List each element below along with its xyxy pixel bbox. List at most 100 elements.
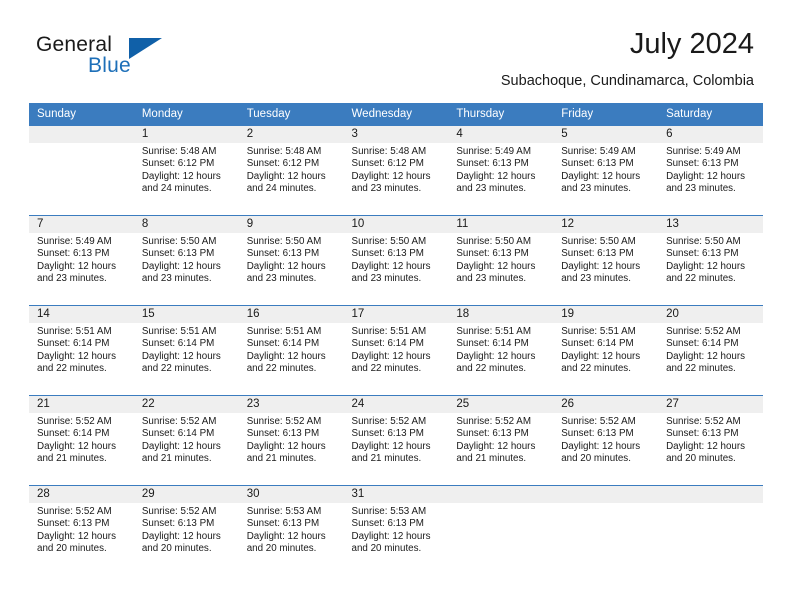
calendar-day-cell[interactable]: 5 Sunrise: 5:49 AM Sunset: 6:13 PM Daylight… bbox=[553, 126, 659, 215]
daylight-duration-line1: Daylight: 12 hours bbox=[666, 440, 746, 452]
day-number: 14 bbox=[29, 306, 134, 323]
sunrise-time: Sunrise: 5:48 AM bbox=[351, 146, 427, 157]
day-details: Sunrise: 5:51 AM Sunset: 6:14 PM Daylight:… bbox=[134, 323, 239, 375]
daylight-duration-line1: Daylight: 12 hours bbox=[561, 260, 641, 272]
sunrise-time: Sunrise: 5:52 AM bbox=[666, 416, 741, 427]
daylight-duration-line2: and 22 minutes. bbox=[561, 362, 631, 374]
daylight-duration-line1: Daylight: 12 hours bbox=[37, 440, 116, 452]
calendar-day-cell[interactable]: 14 Sunrise: 5:51 AM Sunset: 6:14 PM Dayligh… bbox=[29, 306, 134, 395]
calendar-day-cell[interactable]: 4 Sunrise: 5:49 AM Sunset: 6:13 PM Daylight… bbox=[448, 126, 554, 215]
calendar-day-cell[interactable]: 12 Sunrise: 5:50 AM Sunset: 6:13 PM Dayligh… bbox=[553, 216, 659, 305]
day-details: Sunrise: 5:52 AM Sunset: 6:14 PM Daylight:… bbox=[658, 323, 763, 375]
calendar-day-cell[interactable]: 13 Sunrise: 5:50 AM Sunset: 6:13 PM Dayligh… bbox=[658, 216, 763, 305]
calendar-day-cell[interactable]: 19 Sunrise: 5:51 AM Sunset: 6:14 PM Dayligh… bbox=[553, 306, 659, 395]
calendar-day-cell[interactable]: 20 Sunrise: 5:52 AM Sunset: 6:14 PM Dayligh… bbox=[658, 306, 763, 395]
day-number: 17 bbox=[343, 306, 449, 323]
daylight-duration-line1: Daylight: 12 hours bbox=[561, 170, 641, 182]
daylight-duration-line1: Daylight: 12 hours bbox=[141, 350, 221, 362]
day-details: Sunrise: 5:51 AM Sunset: 6:14 PM Daylight:… bbox=[553, 323, 658, 375]
calendar-day-cell[interactable]: 31 Sunrise: 5:53 AM Sunset: 6:13 PM Dayligh… bbox=[343, 486, 449, 575]
calendar-day-cell[interactable]: 23 Sunrise: 5:52 AM Sunset: 6:13 PM Dayligh… bbox=[238, 396, 344, 485]
calendar-day-cell[interactable]: 11 Sunrise: 5:50 AM Sunset: 6:13 PM Dayligh… bbox=[448, 216, 554, 305]
calendar-day-cell[interactable]: 8 Sunrise: 5:50 AM Sunset: 6:13 PM Daylight… bbox=[133, 216, 239, 305]
sunset-time: Sunset: 6:14 PM bbox=[456, 338, 529, 350]
sunset-time: Sunset: 6:13 PM bbox=[351, 248, 424, 260]
day-details: Sunrise: 5:52 AM Sunset: 6:13 PM Daylight:… bbox=[29, 503, 134, 555]
day-number: 23 bbox=[238, 396, 344, 413]
calendar-day-cell[interactable]: 21 Sunrise: 5:52 AM Sunset: 6:14 PM Dayligh… bbox=[29, 396, 134, 485]
calendar-day-cell[interactable]: 6 Sunrise: 5:49 AM Sunset: 6:13 PM Daylight… bbox=[658, 126, 763, 215]
calendar-day-cell[interactable]: 10 Sunrise: 5:50 AM Sunset: 6:13 PM Dayligh… bbox=[343, 216, 449, 305]
calendar-day-cell[interactable]: 18 Sunrise: 5:51 AM Sunset: 6:14 PM Dayligh… bbox=[448, 306, 554, 395]
calendar-week-row: 7 Sunrise: 5:49 AM Sunset: 6:13 PM Daylight… bbox=[29, 215, 763, 305]
day-details: Sunrise: 5:52 AM Sunset: 6:13 PM Daylight:… bbox=[239, 413, 344, 465]
day-details: Sunrise: 5:50 AM Sunset: 6:13 PM Daylight:… bbox=[134, 233, 239, 285]
calendar-grid: Sunday Monday Tuesday Wednesday Thursday Frid… bbox=[29, 103, 763, 575]
sunset-time: Sunset: 6:14 PM bbox=[37, 338, 110, 350]
sunrise-time: Sunrise: 5:53 AM bbox=[246, 506, 322, 517]
calendar-day-cell[interactable]: 28 Sunrise: 5:52 AM Sunset: 6:13 PM Dayligh… bbox=[29, 486, 134, 575]
daylight-duration-line1: Daylight: 12 hours bbox=[456, 440, 536, 452]
daylight-duration-line1: Daylight: 12 hours bbox=[351, 530, 431, 542]
sunset-time: Sunset: 6:14 PM bbox=[141, 428, 215, 440]
day-details: Sunrise: 5:52 AM Sunset: 6:14 PM Daylight:… bbox=[29, 413, 134, 465]
daylight-duration-line1: Daylight: 12 hours bbox=[141, 530, 221, 542]
day-number: 19 bbox=[553, 306, 659, 323]
day-number bbox=[658, 486, 763, 503]
daylight-duration-line2: and 21 minutes. bbox=[246, 452, 317, 464]
calendar-day-cell[interactable]: 15 Sunrise: 5:51 AM Sunset: 6:14 PM Dayligh… bbox=[133, 306, 239, 395]
calendar-day-cell[interactable]: 17 Sunrise: 5:51 AM Sunset: 6:14 PM Dayligh… bbox=[343, 306, 449, 395]
sunrise-time: Sunrise: 5:50 AM bbox=[141, 236, 217, 247]
day-number bbox=[29, 126, 134, 143]
calendar-day-cell[interactable]: 9 Sunrise: 5:50 AM Sunset: 6:13 PM Daylight… bbox=[238, 216, 344, 305]
daylight-duration-line2: and 22 minutes. bbox=[246, 362, 317, 374]
sunset-time: Sunset: 6:13 PM bbox=[246, 248, 320, 260]
daylight-duration-line2: and 22 minutes. bbox=[141, 362, 212, 374]
calendar-day-cell[interactable]: 7 Sunrise: 5:49 AM Sunset: 6:13 PM Daylight… bbox=[29, 216, 134, 305]
daylight-duration-line2: and 22 minutes. bbox=[456, 362, 527, 374]
sunset-time: Sunset: 6:14 PM bbox=[141, 338, 215, 350]
calendar-day-cell[interactable]: 24 Sunrise: 5:52 AM Sunset: 6:13 PM Dayligh… bbox=[343, 396, 449, 485]
daylight-duration-line1: Daylight: 12 hours bbox=[561, 350, 641, 362]
calendar-page: General Blue July 2024 Subachoque, Cundi… bbox=[0, 0, 792, 612]
daylight-duration-line2: and 20 minutes. bbox=[561, 452, 631, 464]
calendar-day-cell[interactable]: 22 Sunrise: 5:52 AM Sunset: 6:14 PM Dayligh… bbox=[133, 396, 239, 485]
daylight-duration-line1: Daylight: 12 hours bbox=[456, 170, 536, 182]
sunset-time: Sunset: 6:13 PM bbox=[666, 248, 739, 260]
title-block: July 2024 Subachoque, Cundinamarca, Colo… bbox=[501, 27, 754, 91]
daylight-duration-line2: and 23 minutes. bbox=[351, 182, 422, 194]
sunset-time: Sunset: 6:13 PM bbox=[666, 158, 739, 170]
sunset-time: Sunset: 6:12 PM bbox=[141, 158, 215, 170]
calendar-day-cell[interactable]: 30 Sunrise: 5:53 AM Sunset: 6:13 PM Dayligh… bbox=[238, 486, 344, 575]
calendar-day-cell[interactable]: 1 Sunrise: 5:48 AM Sunset: 6:12 PM Daylight… bbox=[133, 126, 239, 215]
day-details: Sunrise: 5:52 AM Sunset: 6:13 PM Daylight:… bbox=[344, 413, 449, 465]
daylight-duration-line1: Daylight: 12 hours bbox=[351, 170, 431, 182]
sunset-time: Sunset: 6:13 PM bbox=[37, 248, 110, 260]
day-number: 18 bbox=[448, 306, 554, 323]
sunset-time: Sunset: 6:14 PM bbox=[666, 338, 739, 350]
calendar-day-cell[interactable]: 25 Sunrise: 5:52 AM Sunset: 6:13 PM Dayligh… bbox=[448, 396, 554, 485]
sunset-time: Sunset: 6:12 PM bbox=[246, 158, 320, 170]
sunrise-time: Sunrise: 5:49 AM bbox=[666, 146, 741, 157]
day-number: 16 bbox=[238, 306, 344, 323]
calendar-day-cell[interactable]: 2 Sunrise: 5:48 AM Sunset: 6:12 PM Daylight… bbox=[238, 126, 344, 215]
sunrise-time: Sunrise: 5:49 AM bbox=[37, 236, 112, 247]
day-details: Sunrise: 5:50 AM Sunset: 6:13 PM Daylight:… bbox=[658, 233, 763, 285]
calendar-week-row: 1 Sunrise: 5:48 AM Sunset: 6:12 PM Daylight… bbox=[29, 125, 763, 215]
sunset-time: Sunset: 6:13 PM bbox=[351, 428, 424, 440]
day-number: 3 bbox=[343, 126, 449, 143]
calendar-day-cell[interactable]: 29 Sunrise: 5:52 AM Sunset: 6:13 PM Dayligh… bbox=[133, 486, 239, 575]
general-blue-logo[interactable]: General Blue bbox=[36, 33, 226, 81]
sunrise-time: Sunrise: 5:49 AM bbox=[456, 146, 531, 157]
day-number: 26 bbox=[553, 396, 659, 413]
weekday-header-tuesday: Tuesday bbox=[246, 108, 291, 120]
calendar-day-cell[interactable]: 27 Sunrise: 5:52 AM Sunset: 6:13 PM Dayligh… bbox=[658, 396, 763, 485]
calendar-day-cell[interactable]: 26 Sunrise: 5:52 AM Sunset: 6:13 PM Dayligh… bbox=[553, 396, 659, 485]
day-number: 10 bbox=[343, 216, 449, 233]
day-number: 9 bbox=[238, 216, 344, 233]
calendar-day-cell[interactable]: 16 Sunrise: 5:51 AM Sunset: 6:14 PM Dayligh… bbox=[238, 306, 344, 395]
calendar-day-cell[interactable]: 3 Sunrise: 5:48 AM Sunset: 6:12 PM Daylight… bbox=[343, 126, 449, 215]
sunset-time: Sunset: 6:13 PM bbox=[351, 518, 424, 530]
day-details: Sunrise: 5:53 AM Sunset: 6:13 PM Daylight:… bbox=[239, 503, 344, 555]
day-number: 28 bbox=[29, 486, 134, 503]
